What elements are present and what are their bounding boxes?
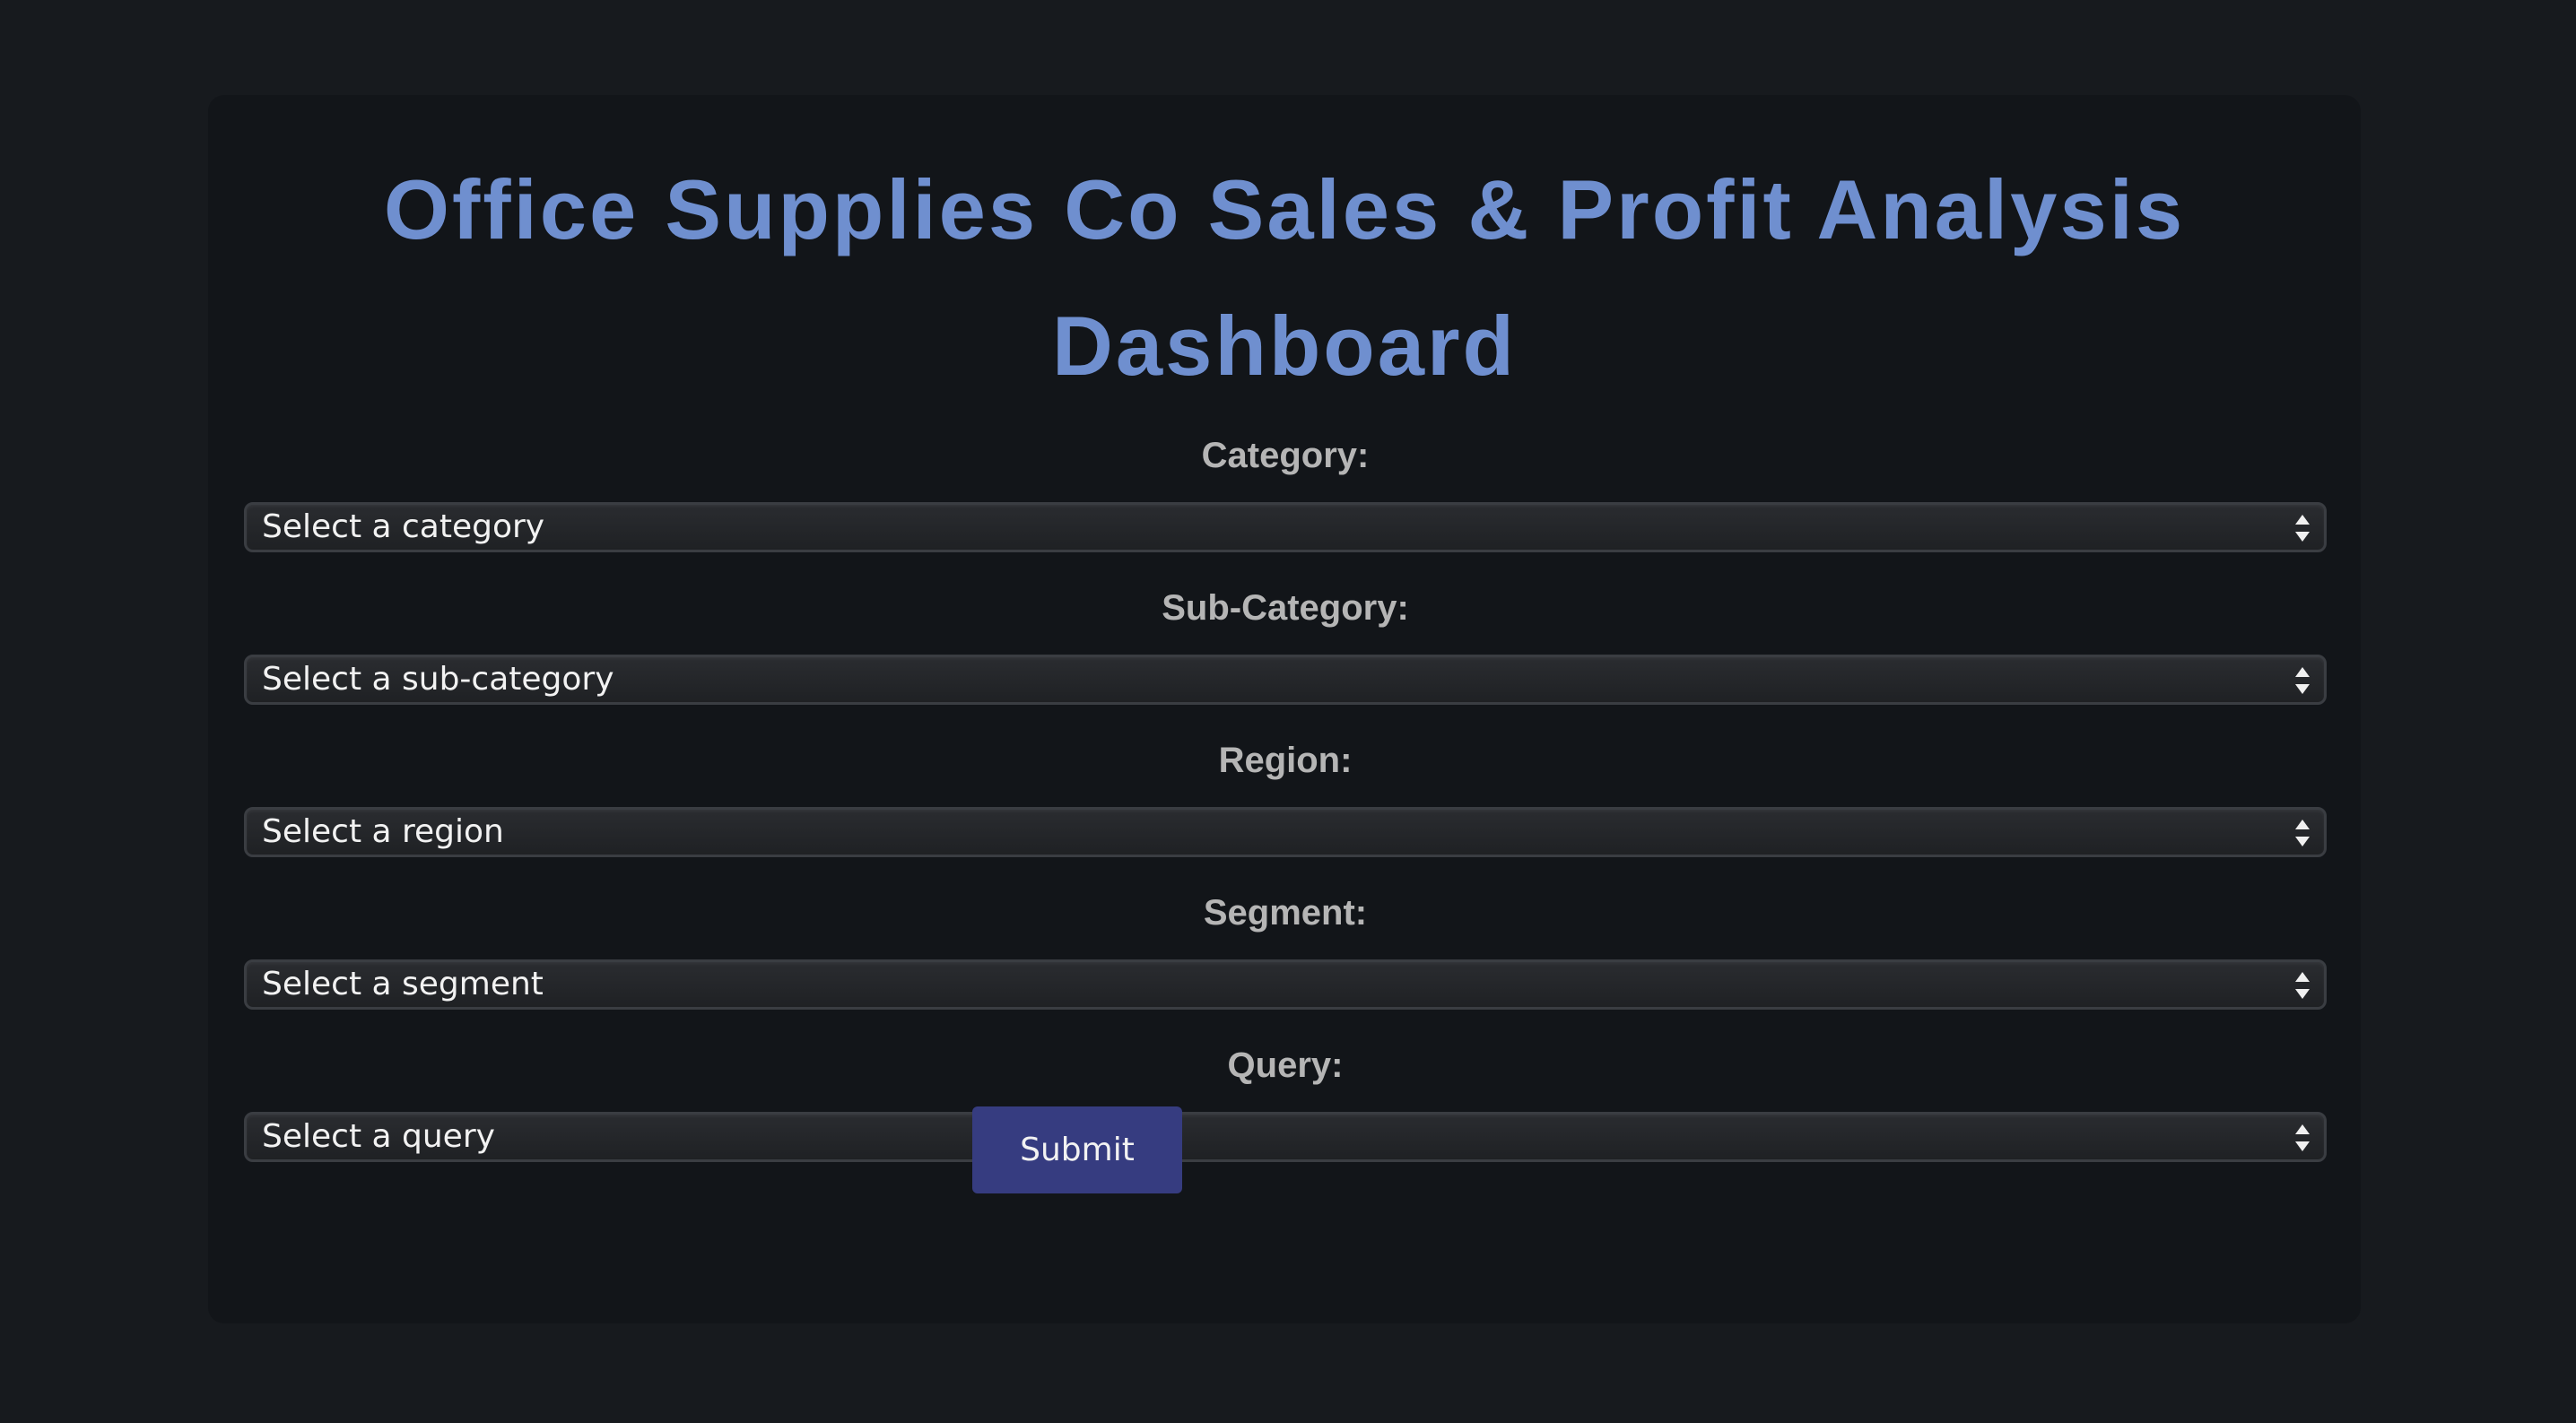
dashboard-panel: Office Supplies Co Sales & Profit Analys… bbox=[208, 95, 2361, 1323]
up-down-arrows-icon bbox=[2293, 970, 2311, 1001]
up-down-arrows-icon bbox=[2293, 513, 2311, 543]
sub-category-select-value: Select a sub-category bbox=[262, 661, 614, 698]
segment-label: Segment: bbox=[1203, 893, 1368, 933]
page-title: Office Supplies Co Sales & Profit Analys… bbox=[383, 162, 2186, 393]
sub-category-label: Sub-Category: bbox=[1162, 588, 1409, 628]
category-label: Category: bbox=[1201, 436, 1370, 475]
region-field: Region: Select a region bbox=[244, 732, 2327, 884]
category-select[interactable]: Select a category bbox=[244, 502, 2327, 552]
category-field: Category: Select a category bbox=[244, 427, 2327, 579]
query-select[interactable]: Select a query bbox=[244, 1112, 2327, 1162]
segment-select-value: Select a segment bbox=[262, 966, 544, 1002]
up-down-arrows-icon bbox=[2293, 665, 2311, 696]
up-down-arrows-icon bbox=[2293, 818, 2311, 848]
submit-button[interactable]: Submit bbox=[972, 1106, 1182, 1193]
region-select-value: Select a region bbox=[262, 813, 504, 850]
sub-category-select[interactable]: Select a sub-category bbox=[244, 655, 2327, 705]
category-select-value: Select a category bbox=[262, 508, 545, 545]
query-label: Query: bbox=[1227, 1046, 1344, 1085]
region-label: Region: bbox=[1218, 741, 1353, 780]
segment-field: Segment: Select a segment bbox=[244, 884, 2327, 1037]
segment-select[interactable]: Select a segment bbox=[244, 959, 2327, 1010]
region-select[interactable]: Select a region bbox=[244, 807, 2327, 857]
up-down-arrows-icon bbox=[2293, 1123, 2311, 1153]
query-field: Query: Select a query bbox=[244, 1037, 2327, 1189]
query-select-value: Select a query bbox=[262, 1118, 495, 1155]
filter-form: Category: Select a category Sub-Category… bbox=[244, 427, 2327, 1189]
sub-category-field: Sub-Category: Select a sub-category bbox=[244, 579, 2327, 732]
